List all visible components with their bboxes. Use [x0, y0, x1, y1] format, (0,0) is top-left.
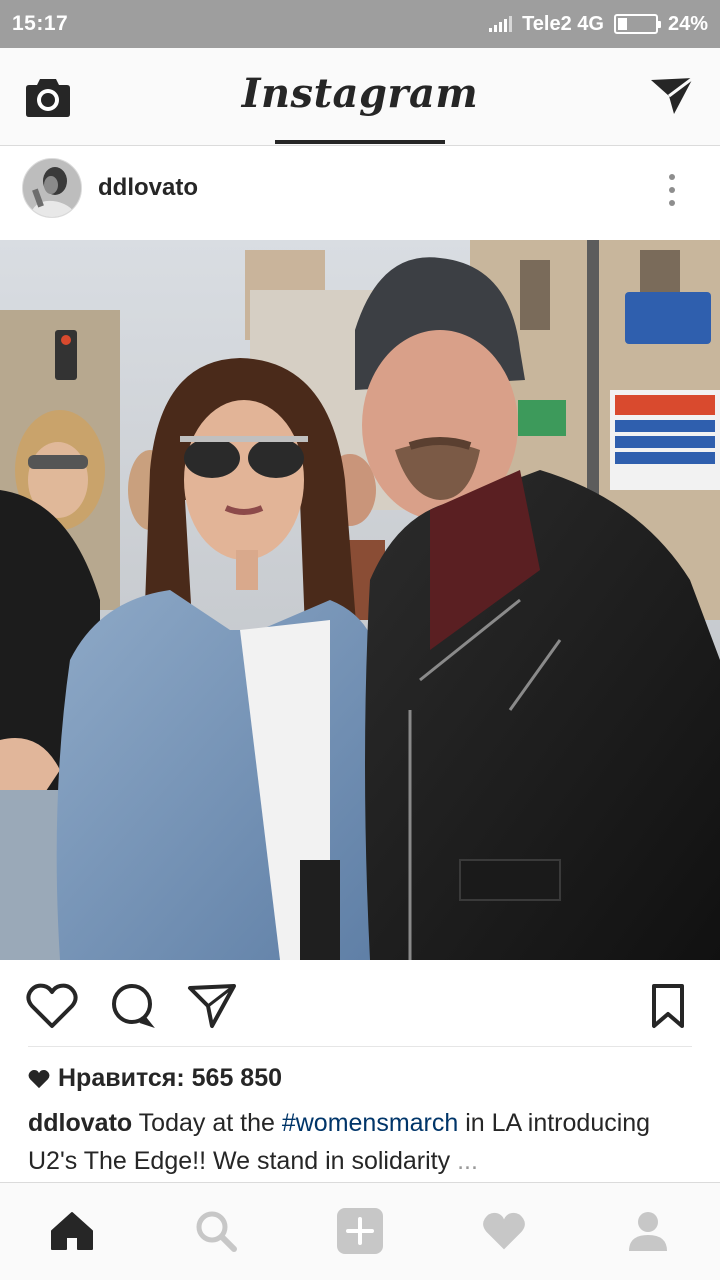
post-username[interactable]: ddlovato: [98, 174, 198, 202]
likes-heart-icon: [28, 1069, 50, 1088]
search-icon[interactable]: [190, 1205, 242, 1257]
actions-divider: [28, 1046, 692, 1047]
likes-count[interactable]: Нравится: 565 850: [28, 1064, 282, 1093]
add-post-icon[interactable]: [334, 1205, 386, 1257]
caption-text-1: Today at the: [132, 1109, 282, 1137]
signal-icon: [489, 16, 513, 32]
battery-icon: [613, 14, 661, 34]
post-header: ddlovato: [0, 146, 720, 240]
post-photo[interactable]: [0, 240, 720, 960]
status-time: 15:17: [12, 12, 69, 35]
home-icon[interactable]: [46, 1205, 98, 1257]
avatar[interactable]: [22, 158, 82, 218]
share-icon[interactable]: [186, 982, 238, 1030]
activity-heart-icon[interactable]: [478, 1205, 530, 1257]
post-caption: ddlovato Today at the #womensmarch in LA…: [28, 1104, 688, 1180]
instagram-logo[interactable]: Instagram: [0, 70, 720, 117]
direct-message-icon[interactable]: [648, 74, 696, 118]
status-bar: 15:17 Tele2 4G 24%: [0, 0, 720, 48]
more-vertical-icon[interactable]: [660, 170, 684, 210]
caption-username[interactable]: ddlovato: [28, 1109, 132, 1137]
logo-underline: [275, 140, 445, 144]
caption-more[interactable]: ...: [450, 1147, 478, 1175]
battery-level: [617, 18, 627, 30]
post-actions: [0, 960, 720, 1046]
battery-percent: 24%: [667, 12, 708, 35]
carrier-label: Tele2 4G: [522, 12, 604, 35]
bottom-nav: [0, 1182, 720, 1280]
caption-hashtag[interactable]: #womensmarch: [282, 1109, 458, 1137]
comment-icon[interactable]: [108, 982, 160, 1030]
status-indicators: Tele2 4G 24%: [489, 13, 708, 36]
app-bar: Instagram: [0, 48, 720, 146]
bookmark-icon[interactable]: [642, 982, 694, 1030]
likes-text: Нравится: 565 850: [58, 1064, 283, 1092]
heart-icon[interactable]: [26, 982, 78, 1030]
profile-icon[interactable]: [622, 1205, 674, 1257]
